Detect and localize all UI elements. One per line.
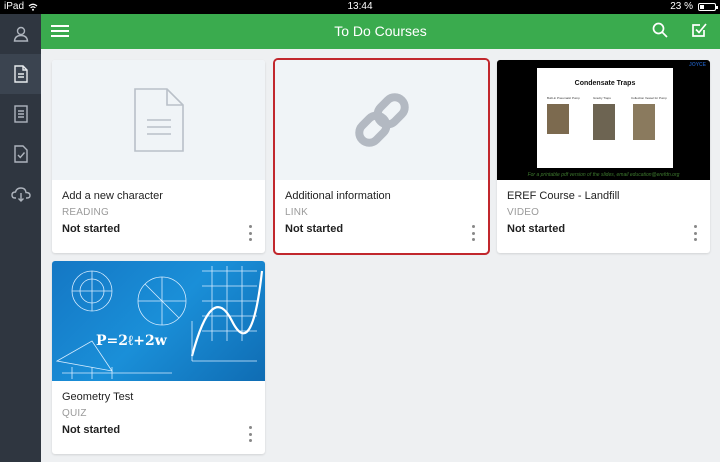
page-title: To Do Courses [334, 23, 427, 39]
course-name: Geometry Test [62, 391, 134, 403]
search-button[interactable] [652, 22, 670, 40]
course-status: Not started [62, 223, 121, 235]
search-icon [652, 22, 668, 38]
select-button[interactable] [691, 22, 709, 40]
course-card[interactable]: Add a new character READING Not started [52, 60, 265, 253]
course-card[interactable]: Condensate Traps Built-in Pneumatic Pump… [497, 60, 710, 253]
slide-photo [593, 104, 615, 140]
slide-caption: For a printable pdf version of the slide… [527, 172, 680, 178]
cloud-download-icon [10, 187, 31, 202]
course-status: Not started [507, 223, 566, 235]
course-thumbnail: Condensate Traps Built-in Pneumatic Pump… [497, 60, 710, 180]
battery-percent: 23 % [670, 1, 693, 12]
slide-title: Condensate Traps [574, 80, 636, 87]
sidebar-item-documents[interactable] [0, 94, 41, 134]
course-type: QUIZ [62, 408, 87, 419]
course-status: Not started [62, 424, 121, 436]
sidebar [0, 14, 41, 462]
checkbox-icon [692, 23, 707, 37]
course-name: Additional information [285, 190, 391, 202]
list-document-icon [13, 105, 28, 123]
course-thumbnail: P=2ℓ+2w [52, 261, 265, 381]
math-illustration [55, 266, 264, 379]
course-thumbnail [275, 60, 488, 180]
course-card[interactable]: Additional information LINK Not started [273, 58, 490, 255]
slide-photo [633, 104, 655, 140]
sidebar-item-completed[interactable] [0, 134, 41, 174]
course-type: VIDEO [507, 207, 540, 218]
document-icon [133, 88, 184, 152]
math-formula: P=2ℓ+2w [96, 333, 167, 349]
clock: 13:44 [347, 1, 373, 12]
sidebar-item-profile[interactable] [0, 14, 41, 54]
slide-photo [547, 104, 569, 134]
slide-label: Collection Vessel for Pump [631, 96, 667, 100]
course-grid: Add a new character READING Not started … [41, 49, 720, 462]
course-status: Not started [285, 223, 344, 235]
document-icon [13, 65, 28, 83]
course-type: LINK [285, 207, 309, 218]
course-name: EREF Course - Landfill [507, 190, 620, 202]
more-options-icon[interactable] [247, 426, 253, 442]
course-type: READING [62, 207, 109, 218]
sidebar-item-courses[interactable] [0, 54, 41, 94]
course-thumbnail [52, 60, 265, 180]
battery-icon [698, 2, 718, 11]
more-options-icon[interactable] [692, 225, 698, 241]
course-name: Add a new character [62, 190, 163, 202]
slide-label: Gravity Traps [593, 96, 611, 100]
more-options-icon[interactable] [247, 225, 253, 241]
slide-preview: Condensate Traps Built-in Pneumatic Pump… [537, 68, 673, 168]
slide-label: Built-in Pneumatic Pump [547, 96, 580, 100]
link-icon [354, 93, 409, 147]
slide-logo: JOYCE [689, 62, 706, 68]
more-options-icon[interactable] [470, 225, 476, 241]
user-icon [13, 26, 28, 42]
sidebar-item-downloads[interactable] [0, 174, 41, 214]
status-bar: iPad 13:44 23 % [0, 0, 720, 14]
app-header: To Do Courses [41, 14, 720, 49]
checked-document-icon [13, 145, 28, 163]
course-card[interactable]: P=2ℓ+2w Geometry Test QUIZ Not started [52, 261, 265, 454]
